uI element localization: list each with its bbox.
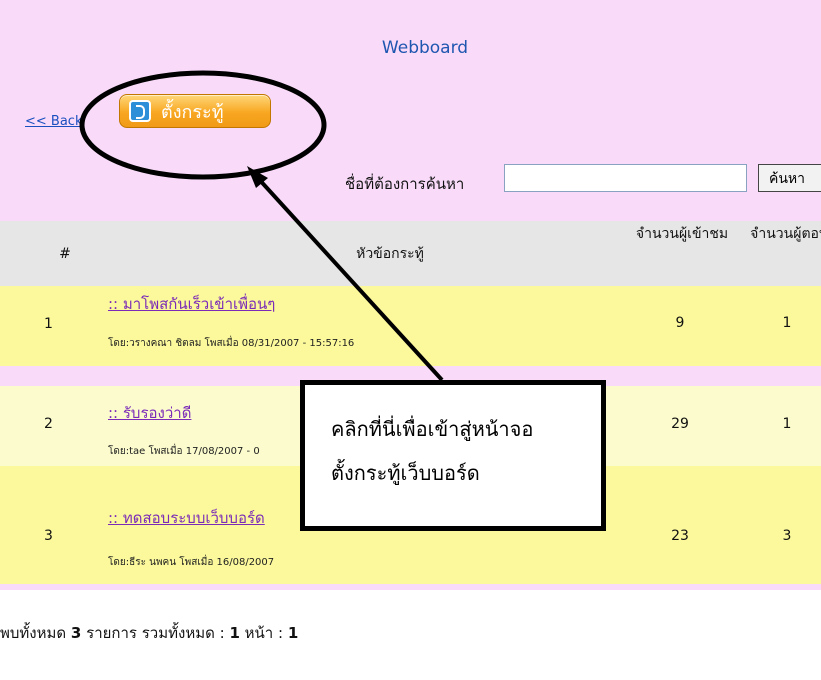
- reply-count: 1: [782, 315, 792, 331]
- view-count: 29: [671, 416, 689, 432]
- annotation-callout: คลิกที่นี่เพื่อเข้าสู่หน้าจอ ตั้งกระทู้เ…: [300, 380, 606, 531]
- new-topic-button[interactable]: ตั้งกระทู้: [119, 94, 271, 128]
- col-number-header: #: [59, 246, 71, 262]
- col-replies-header: จำนวนผู้ตอบ: [750, 226, 821, 242]
- topic-link[interactable]: :: ทดสอบระบบเว็บบอร์ด: [108, 506, 265, 530]
- search-input[interactable]: [504, 164, 747, 192]
- topic-meta: โดย:tae โพสเมื่อ 17/08/2007 - 0: [108, 446, 260, 457]
- col-topic-header: หัวข้อกระทู้: [356, 246, 424, 262]
- result-summary: พบทั้งหมด 3 รายการ รวมทั้งหมด : 1 หน้า :…: [0, 621, 298, 645]
- summary-suffix: หน้า :: [244, 624, 284, 642]
- summary-prefix: พบทั้งหมด: [0, 624, 67, 642]
- topic-link[interactable]: :: มาโพสกันเร็วเข้าเพื่อนๆ: [108, 292, 275, 316]
- callout-line-2: ตั้งกระทู้เว็บบอร์ด: [331, 461, 480, 485]
- topic-link[interactable]: :: รับรองว่าดี: [108, 401, 191, 425]
- row-number: 1: [44, 316, 53, 332]
- topic-meta: โดย:ธีระ นพคน โพสเมื่อ 16/08/2007: [108, 557, 275, 568]
- table-header: # หัวข้อกระทู้ จำนวนผู้เข้าชม จำนวนผู้ตอ…: [0, 221, 821, 286]
- table-row: 1 :: มาโพสกันเร็วเข้าเพื่อนๆ โดย:วรางคณา…: [0, 286, 821, 366]
- col-views-header: จำนวนผู้เข้าชม: [635, 226, 729, 242]
- view-count: 9: [675, 315, 685, 331]
- total-pages: 1: [229, 624, 240, 642]
- callout-line-1: คลิกที่นี่เพื่อเข้าสู่หน้าจอ: [331, 417, 534, 441]
- current-page: 1: [287, 624, 299, 642]
- row-number: 2: [44, 416, 53, 432]
- summary-middle: รายการ รวมทั้งหมด :: [86, 624, 225, 642]
- page-title: Webboard: [381, 38, 469, 58]
- search-label: ชื่อที่ต้องการค้นหา: [345, 175, 465, 193]
- reply-count: 3: [782, 528, 792, 544]
- topic-meta: โดย:วรางคณา ชิตลม โพสเมื่อ 08/31/2007 - …: [108, 338, 355, 349]
- new-topic-label: ตั้งกระทู้: [161, 101, 224, 123]
- reply-count: 1: [782, 416, 792, 432]
- row-number: 3: [44, 528, 53, 544]
- back-link[interactable]: << Back: [25, 114, 82, 129]
- view-count: 23: [671, 528, 689, 544]
- result-count: 3: [70, 624, 82, 642]
- new-topic-icon: [129, 100, 151, 122]
- search-button[interactable]: ค้นหา: [758, 164, 821, 192]
